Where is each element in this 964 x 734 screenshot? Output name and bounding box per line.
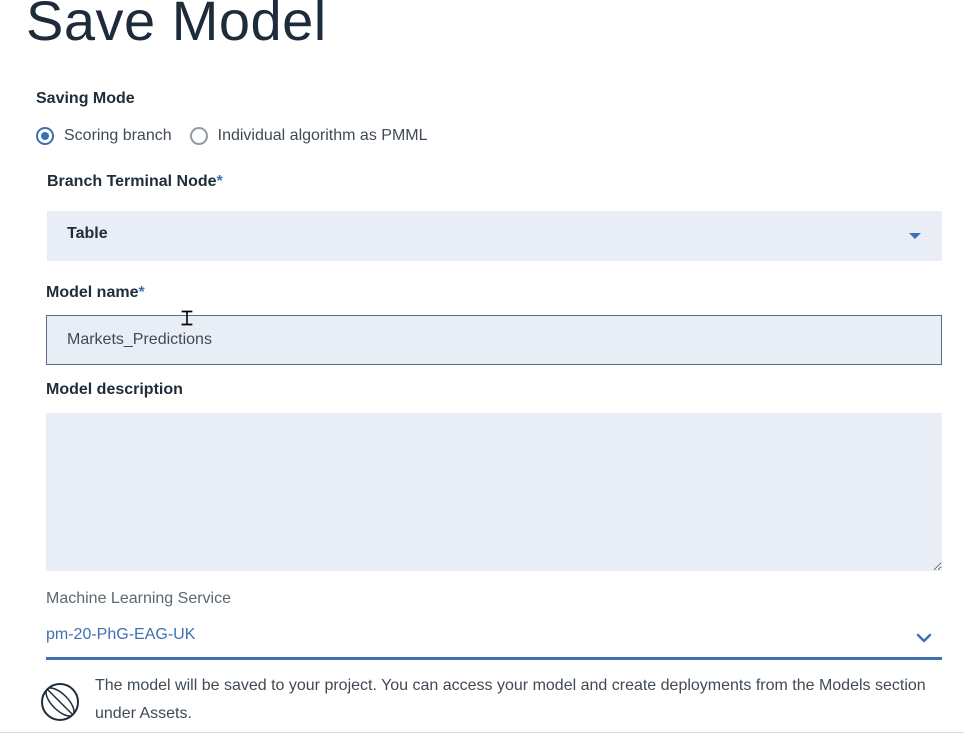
caret-down-icon	[909, 233, 921, 239]
ml-service-select[interactable]: pm-20-PhG-EAG-UK	[46, 622, 942, 660]
radio-scoring-branch[interactable]: Scoring branch	[36, 127, 172, 145]
branch-terminal-node-select[interactable]: Table	[47, 211, 942, 261]
info-message: The model will be saved to your project.…	[95, 677, 926, 722]
save-model-dialog: Save Model Saving Mode Scoring branch In…	[0, 0, 964, 734]
ml-service-value: pm-20-PhG-EAG-UK	[46, 626, 196, 643]
page-title: Save Model	[26, 0, 327, 52]
required-mark: *	[138, 284, 145, 301]
saving-mode-radio-group: Scoring branch Individual algorithm as P…	[36, 123, 446, 149]
project-globe-icon	[41, 683, 79, 721]
required-mark: *	[216, 173, 223, 190]
radio-label-individual-algorithm: Individual algorithm as PMML	[217, 127, 428, 144]
chevron-down-icon	[916, 633, 932, 643]
model-description-label: Model description	[46, 381, 183, 398]
bottom-divider	[0, 732, 964, 733]
branch-terminal-node-label-text: Branch Terminal Node	[47, 173, 217, 190]
radio-unchecked-icon[interactable]	[189, 127, 208, 145]
radio-checked-icon[interactable]	[36, 127, 54, 145]
model-name-label: Model name*	[46, 284, 145, 302]
radio-label-scoring-branch: Scoring branch	[64, 127, 172, 144]
branch-terminal-node-label: Branch Terminal Node*	[47, 173, 223, 191]
ml-service-label: Machine Learning Service	[46, 590, 231, 607]
branch-terminal-node-value: Table	[67, 225, 108, 242]
text-cursor-icon: ⌶	[181, 306, 193, 330]
radio-individual-algorithm-pmml[interactable]: Individual algorithm as PMML	[189, 127, 428, 145]
model-name-label-text: Model name	[46, 284, 139, 301]
saving-mode-label: Saving Mode	[36, 90, 135, 107]
model-description-textarea[interactable]	[46, 413, 942, 571]
